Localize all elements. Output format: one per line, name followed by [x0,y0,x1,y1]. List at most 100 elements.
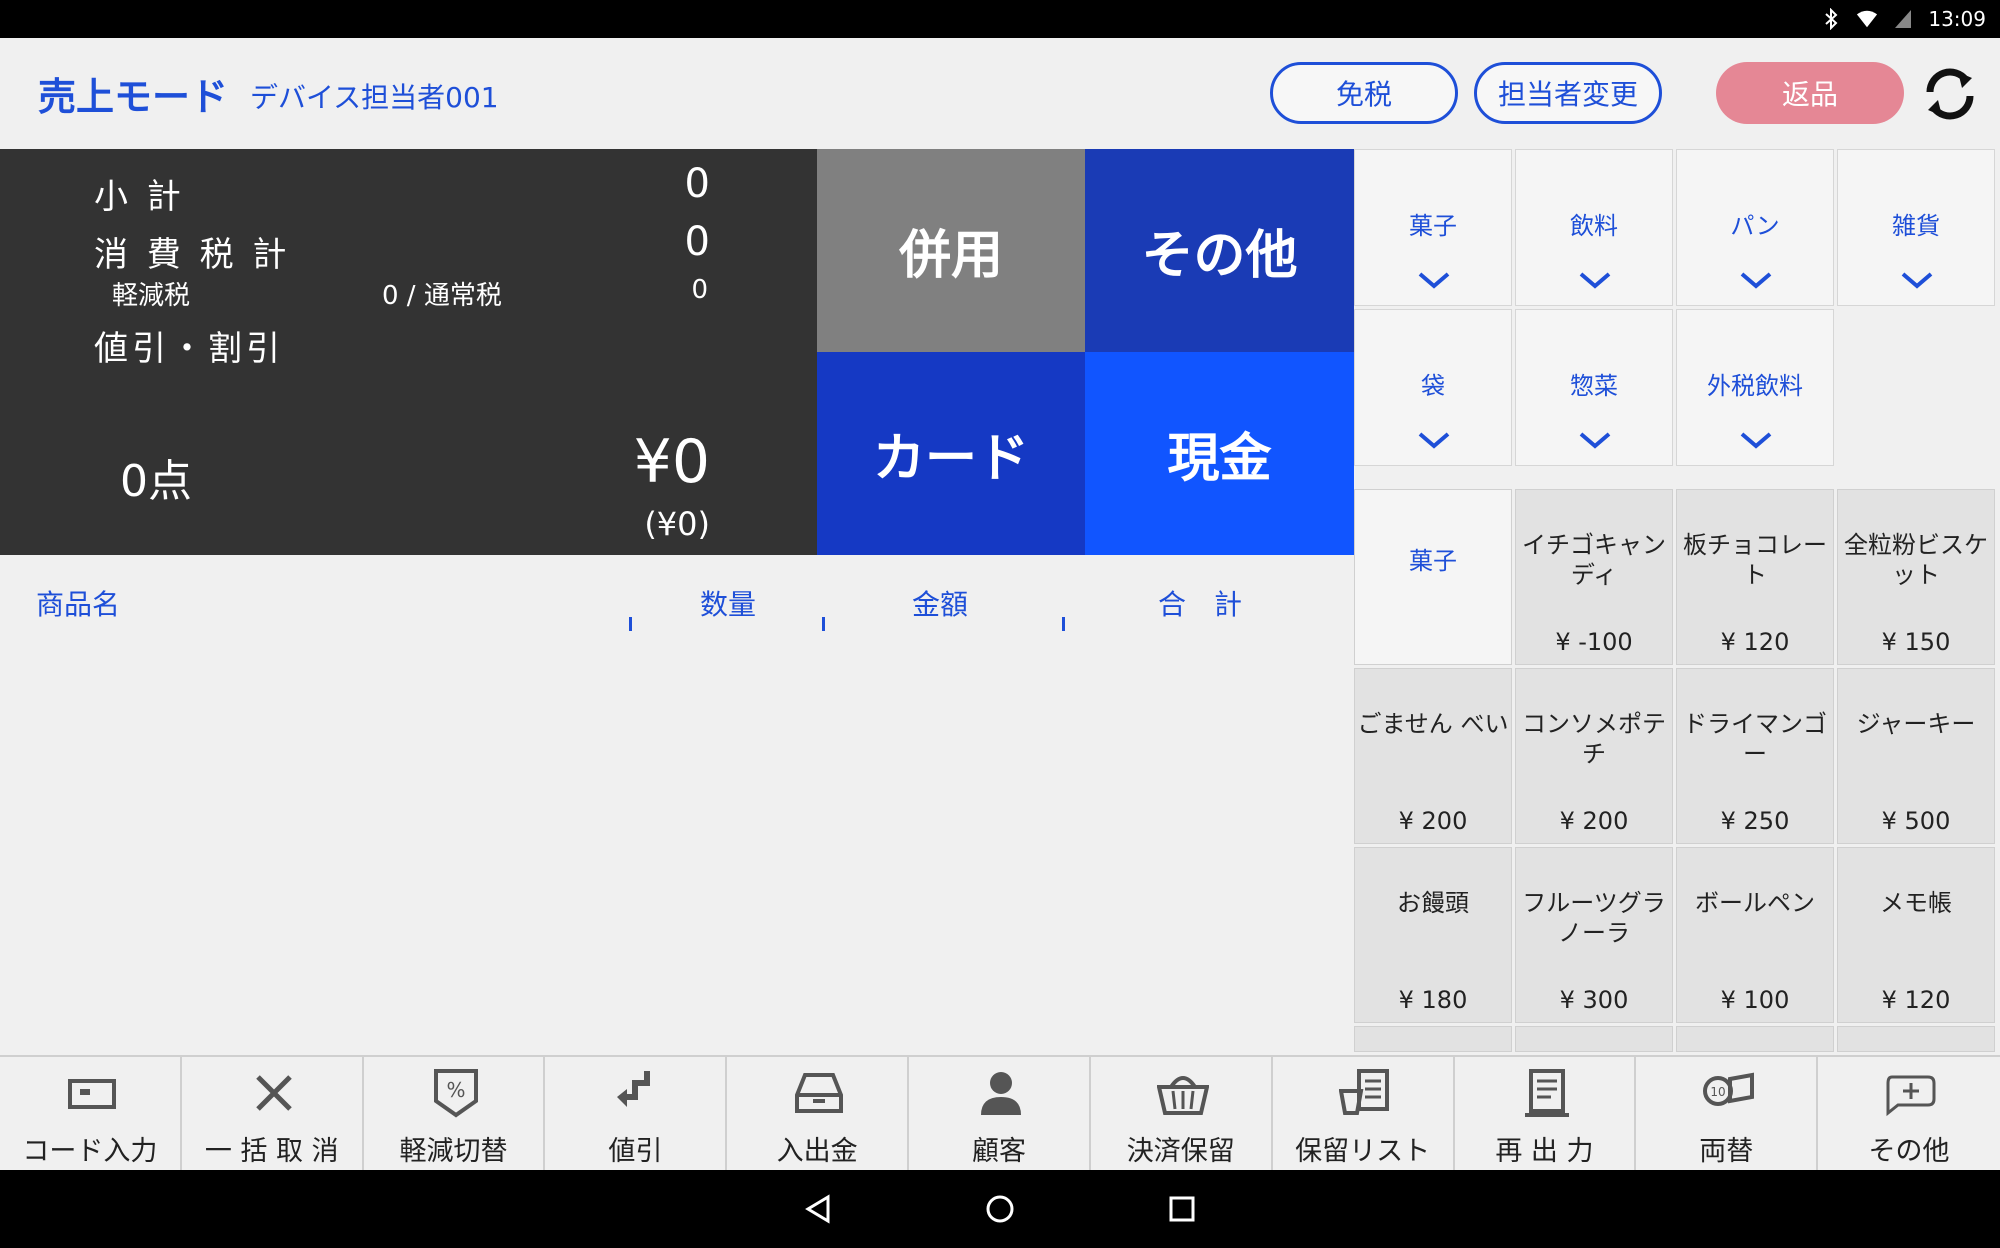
reduced-tax-value: 0 / 通常税 [382,281,502,311]
product-tile-partial[interactable] [1837,1026,1995,1052]
refresh-icon[interactable] [1922,64,1978,124]
category-label: 外税飲料 [1707,372,1803,400]
product-price: ¥ 120 [1720,628,1790,656]
product-name: ごません べい [1357,710,1509,738]
product-tile[interactable]: ドライマンゴー ¥ 250 [1676,668,1834,844]
category-bread[interactable]: パン [1676,149,1834,306]
tax-free-button[interactable]: 免税 [1270,62,1458,124]
column-divider [1062,617,1065,631]
product-tile[interactable]: ジャーキー ¥ 500 [1837,668,1995,844]
summary-panel: 小 計 0 消 費 税 計 0 軽減税 0 / 通常税 0 値引・割引 0点 ¥… [0,149,817,555]
back-icon[interactable] [802,1193,834,1225]
column-divider [822,617,825,631]
product-name: コンソメポテチ [1522,710,1666,768]
reprint-button[interactable]: 再 出 力 [1455,1057,1637,1170]
category-label: 雑貨 [1892,212,1940,240]
product-tile[interactable]: 全粒粉ビスケット ¥ 150 [1837,489,1995,665]
cash-in-out-button[interactable]: 入出金 [727,1057,910,1170]
mode-title: 売上モード [38,75,229,119]
category-deli[interactable]: 惣菜 [1515,309,1673,466]
chevron-down-icon [1418,272,1450,289]
normal-tax-value: 0 [691,275,708,305]
product-tile-partial[interactable] [1676,1026,1834,1052]
product-price: ¥ 200 [1398,807,1468,835]
subtotal-label: 小 計 [94,177,185,217]
chevron-down-icon [1579,432,1611,449]
reduced-tax-toggle-button[interactable]: % 軽減切替 [364,1057,546,1170]
product-tile[interactable]: 板チョコレート ¥ 120 [1676,489,1834,665]
col-amount: 金額 [912,588,969,621]
category-sweets[interactable]: 菓子 [1354,149,1512,306]
product-tile[interactable]: メモ帳 ¥ 120 [1837,847,1995,1023]
subtotal-value: 0 [684,161,710,207]
category-drinks[interactable]: 飲料 [1515,149,1673,306]
other-menu-button[interactable]: その他 [1818,1057,2000,1170]
hold-payment-button[interactable]: 決済保留 [1091,1057,1273,1170]
tool-label: 顧客 [971,1136,1026,1167]
product-price: ¥ 120 [1881,986,1951,1014]
chevron-down-icon [1901,272,1933,289]
product-tile[interactable]: お饅頭 ¥ 180 [1354,847,1512,1023]
card-payment-button[interactable]: カード [817,352,1085,555]
category-bag[interactable]: 袋 [1354,309,1512,466]
category-label: 惣菜 [1570,372,1618,400]
navigation-bar [0,1170,2000,1248]
cash-payment-button[interactable]: 現金 [1085,352,1354,555]
product-name: ドライマンゴー [1683,710,1827,768]
drawer-icon [795,1073,844,1113]
device-user: デバイス担当者001 [250,81,499,114]
tool-label: 一 括 取 消 [204,1136,339,1167]
tool-label: コード入力 [22,1136,158,1167]
tool-label: 保留リスト [1295,1136,1431,1167]
home-icon[interactable] [984,1193,1016,1225]
col-qty: 数量 [700,588,757,621]
hold-list-button[interactable]: 保留リスト [1273,1057,1455,1170]
clock: 13:09 [1928,7,1986,31]
item-count: 0点 [120,456,192,507]
product-tile[interactable]: フルーツグラノーラ ¥ 300 [1515,847,1673,1023]
return-button[interactable]: 返品 [1716,62,1904,124]
other-payment-button[interactable]: その他 [1085,149,1354,352]
product-tile-partial[interactable] [1354,1026,1512,1052]
product-tile[interactable]: ボールペン ¥ 100 [1676,847,1834,1023]
product-name: 板チョコレート [1683,531,1827,589]
product-name: ボールペン [1695,889,1815,917]
product-price: ¥ 500 [1881,807,1951,835]
reduced-tax-label: 軽減税 [112,281,191,311]
tool-label: 値引 [608,1136,663,1167]
category-label: 袋 [1421,372,1445,400]
product-name: ジャーキー [1856,710,1976,738]
recents-icon[interactable] [1166,1193,1198,1225]
col-total: 合 計 [1158,588,1243,621]
discount-button[interactable]: 値引 [545,1057,728,1170]
clear-all-button[interactable]: 一 括 取 消 [182,1057,364,1170]
total-amount: ¥0 [633,427,710,497]
col-name: 商品名 [36,588,121,621]
product-tile-partial[interactable] [1515,1026,1673,1052]
product-price: ¥ -100 [1555,628,1633,656]
tool-label: 入出金 [776,1136,858,1167]
function-toolbar: コード入力 一 括 取 消 % 軽減切替 値引 入出金 顧客 決済保留 保留リス… [0,1055,2000,1170]
product-tile[interactable]: ごません べい ¥ 200 [1354,668,1512,844]
tool-label: 軽減切替 [399,1136,508,1167]
product-price: ¥ 250 [1720,807,1790,835]
product-price: ¥ 300 [1559,986,1629,1014]
change-staff-button[interactable]: 担当者変更 [1474,62,1662,124]
product-tile[interactable]: コンソメポテチ ¥ 200 [1515,668,1673,844]
product-tile[interactable]: イチゴキャンディ ¥ -100 [1515,489,1673,665]
close-icon [256,1075,292,1111]
code-input-button[interactable]: コード入力 [0,1057,182,1170]
exchange-button[interactable]: 10 両替 [1636,1057,1819,1170]
product-price: ¥ 150 [1881,628,1951,656]
product-name: フルーツグラノーラ [1522,889,1666,947]
status-bar: 13:09 [0,0,2000,38]
category-taxed-drinks[interactable]: 外税飲料 [1676,309,1834,466]
tag-icon [68,1079,116,1109]
category-label: 菓子 [1409,212,1457,240]
plus-icon [1886,1075,1936,1117]
combined-payment-button[interactable]: 併用 [817,149,1085,352]
category-goods[interactable]: 雑貨 [1837,149,1995,306]
current-category-label: 菓子 [1409,547,1457,575]
customer-button[interactable]: 顧客 [909,1057,1091,1170]
battery-icon [1892,8,1914,30]
